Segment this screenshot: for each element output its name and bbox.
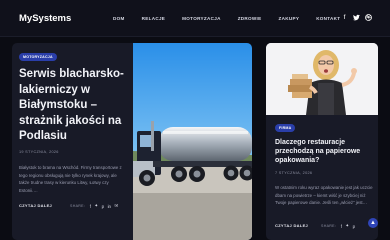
- share-label: SHARE:: [321, 224, 337, 228]
- social-links: f: [341, 14, 372, 22]
- nav-item-kontakt[interactable]: KONTAKT: [316, 16, 340, 21]
- post-date: 7 STYCZNIA, 2026: [275, 171, 313, 175]
- post-date: 19 STYCZNIA, 2026: [19, 150, 59, 154]
- main-nav: DOM RELACJE MOTORYZACJA ZDROWIE ZAKUPY K…: [113, 16, 357, 21]
- linkedin-icon[interactable]: in: [108, 204, 111, 209]
- share-links: SHARE: f ✦ p: [321, 223, 355, 229]
- twitter-icon[interactable]: [353, 14, 360, 22]
- read-more-link[interactable]: CZYTAJ DALEJ: [19, 203, 52, 208]
- side-post-image[interactable]: [266, 43, 378, 115]
- side-post-card: FIRMA Dlaczego restauracje przechodzą na…: [266, 43, 378, 240]
- arrow-up-icon: ▲: [370, 220, 376, 226]
- facebook-icon[interactable]: f: [90, 204, 91, 209]
- scroll-to-top-button[interactable]: ▲: [368, 218, 378, 228]
- share-links: SHARE: f ✦ p in ✉: [70, 203, 118, 209]
- twitter-icon[interactable]: ✦: [94, 203, 98, 209]
- nav-item-motoryzacja[interactable]: MOTORYZACJA: [182, 16, 221, 21]
- nav-item-dom[interactable]: DOM: [113, 16, 125, 21]
- side-post-title[interactable]: Dlaczego restauracje przechodzą na papie…: [275, 138, 373, 166]
- featured-post-text: MOTORYZACJA Serwis blacharsko-lakiernicz…: [12, 43, 133, 240]
- share-label: SHARE:: [70, 204, 86, 208]
- site-logo[interactable]: MySystems: [19, 13, 71, 24]
- nav-item-zdrowie[interactable]: ZDROWIE: [238, 16, 262, 21]
- pinterest-icon[interactable]: p: [102, 204, 104, 209]
- facebook-icon[interactable]: f: [341, 224, 342, 229]
- email-icon[interactable]: ✉: [114, 203, 118, 209]
- pinterest-icon[interactable]: p: [353, 224, 355, 229]
- read-more-link[interactable]: CZYTAJ DALEJ: [275, 223, 308, 228]
- nav-item-relacje[interactable]: RELACJE: [142, 16, 166, 21]
- post-excerpt: Białystok to brama na Wschód. Firmy tran…: [19, 165, 122, 193]
- twitter-icon[interactable]: ✦: [345, 223, 349, 229]
- featured-post-image[interactable]: [133, 43, 252, 240]
- post-excerpt: W ostatnim roku wyraz opakowanie jest ja…: [275, 185, 373, 206]
- site-header: MySystems DOM RELACJE MOTORYZACJA ZDROWI…: [0, 0, 390, 37]
- dribbble-icon[interactable]: [365, 14, 372, 22]
- nav-item-zakupy[interactable]: ZAKUPY: [279, 16, 300, 21]
- featured-post-card: MOTORYZACJA Serwis blacharsko-lakiernicz…: [12, 43, 252, 240]
- category-badge[interactable]: FIRMA: [275, 124, 296, 132]
- featured-post-title[interactable]: Serwis blacharsko-lakierniczy w Białymst…: [19, 67, 131, 145]
- facebook-icon[interactable]: f: [341, 14, 348, 22]
- category-badge[interactable]: MOTORYZACJA: [19, 53, 57, 61]
